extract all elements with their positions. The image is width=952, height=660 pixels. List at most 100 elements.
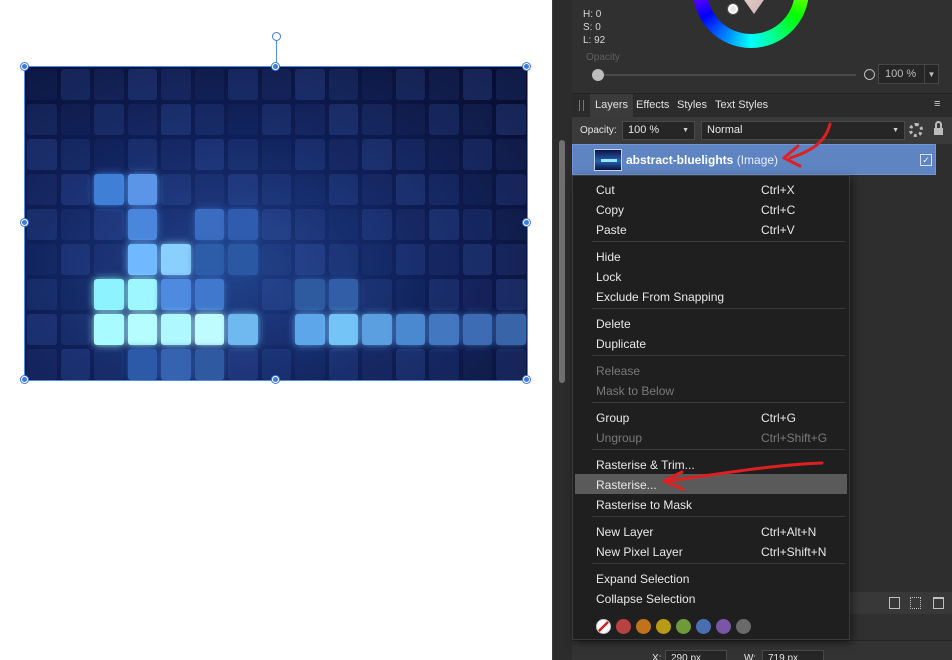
- menu-item-label: Group: [596, 411, 630, 425]
- image-light-tile: [496, 314, 526, 345]
- blend-mode-select[interactable]: Normal ▼: [701, 121, 905, 140]
- image-light-tile: [328, 209, 358, 240]
- image-light-tile: [94, 314, 124, 345]
- menu-item-exclude-from-snapping[interactable]: Exclude From Snapping: [575, 286, 847, 306]
- layer-opacity-field[interactable]: 100 % ▼: [622, 121, 695, 140]
- menu-item-new-pixel-layer[interactable]: New Pixel Layer Ctrl+Shift+N: [575, 541, 847, 561]
- color-tag-swatch[interactable]: [716, 619, 731, 634]
- resize-handle-top[interactable]: [272, 63, 279, 70]
- color-tag-swatch[interactable]: [736, 619, 751, 634]
- image-light-tile: [362, 69, 392, 100]
- image-light-tile: [94, 139, 124, 170]
- image-light-tile: [127, 104, 157, 135]
- color-tag-swatch[interactable]: [616, 619, 631, 634]
- menu-separator: [592, 402, 845, 403]
- menu-item-group[interactable]: Group Ctrl+G: [575, 407, 847, 427]
- new-document-icon[interactable]: [889, 597, 900, 609]
- layer-row-abstract-bluelights[interactable]: abstract-bluelights (Image) ✓: [572, 144, 936, 175]
- color-tag-swatch[interactable]: [676, 619, 691, 634]
- resize-handle-bottom-right[interactable]: [523, 376, 530, 383]
- tab-effects[interactable]: Effects: [636, 94, 669, 117]
- image-light-tile: [27, 104, 57, 135]
- menu-item-new-layer[interactable]: New Layer Ctrl+Alt+N: [575, 521, 847, 541]
- image-light-tile: [261, 244, 291, 275]
- layer-name-text: abstract-bluelights: [626, 153, 734, 167]
- image-light-tile: [228, 69, 258, 100]
- width-field[interactable]: 719 px: [762, 650, 824, 660]
- color-tag-swatch[interactable]: [656, 619, 671, 634]
- menu-item-cut[interactable]: Cut Ctrl+X: [575, 179, 847, 199]
- checkerboard-icon[interactable]: [910, 597, 921, 609]
- chevron-down-icon[interactable]: ▼: [924, 64, 939, 84]
- image-light-tile: [228, 209, 258, 240]
- image-light-tile: [60, 139, 90, 170]
- image-light-tile: [127, 209, 157, 240]
- chevron-down-icon[interactable]: ▼: [892, 127, 899, 134]
- color-opacity-slider[interactable]: [592, 68, 875, 82]
- menu-item-expand-selection[interactable]: Expand Selection: [575, 568, 847, 588]
- lock-body: [934, 128, 943, 135]
- menu-item-collapse-selection[interactable]: Collapse Selection: [575, 588, 847, 608]
- panel-menu-icon[interactable]: ≡: [934, 98, 940, 110]
- trash-icon[interactable]: [933, 597, 944, 609]
- document-canvas[interactable]: [0, 0, 552, 660]
- image-light-tile: [194, 279, 224, 310]
- image-light-tile: [94, 244, 124, 275]
- canvas-vertical-scrollbar[interactable]: [552, 0, 572, 660]
- image-light-tile: [496, 104, 526, 135]
- image-light-tile: [462, 104, 492, 135]
- menu-item-rasterise[interactable]: Rasterise...: [575, 474, 847, 494]
- drag-grip-icon[interactable]: [579, 100, 584, 111]
- color-picker-marker[interactable]: [728, 4, 738, 14]
- image-light-tile: [27, 174, 57, 205]
- tab-layers[interactable]: Layers: [590, 94, 634, 117]
- scrollbar-thumb[interactable]: [559, 140, 565, 383]
- resize-handle-bottom[interactable]: [272, 376, 279, 383]
- image-light-tile: [362, 139, 392, 170]
- menu-item-delete[interactable]: Delete: [575, 313, 847, 333]
- image-light-tile: [94, 209, 124, 240]
- menu-item-hide[interactable]: Hide: [575, 246, 847, 266]
- menu-separator: [592, 355, 845, 356]
- image-light-tile: [161, 314, 191, 345]
- gear-icon[interactable]: [909, 123, 923, 137]
- color-tag-swatch[interactable]: [636, 619, 651, 634]
- image-light-tile: [127, 314, 157, 345]
- color-opacity-value-field[interactable]: 100 %: [878, 64, 925, 84]
- color-tag-swatch[interactable]: [696, 619, 711, 634]
- image-light-tile: [496, 209, 526, 240]
- tab-text-styles[interactable]: Text Styles: [715, 94, 768, 117]
- color-tag-none-icon[interactable]: [596, 619, 611, 634]
- image-light-tile: [94, 349, 124, 380]
- rotation-handle[interactable]: [272, 32, 281, 41]
- menu-item-copy[interactable]: Copy Ctrl+C: [575, 199, 847, 219]
- menu-item-rasterise-trim[interactable]: Rasterise & Trim...: [575, 454, 847, 474]
- resize-handle-right[interactable]: [523, 219, 530, 226]
- resize-handle-top-right[interactable]: [523, 63, 530, 70]
- chevron-down-icon[interactable]: ▼: [682, 127, 689, 134]
- slider-knob[interactable]: [592, 69, 604, 81]
- transform-bar: X: 290 px W: 719 px: [572, 640, 952, 660]
- menu-separator: [592, 516, 845, 517]
- abstract-bluelights-image[interactable]: [25, 67, 527, 380]
- image-light-tile: [429, 139, 459, 170]
- menu-item-lock[interactable]: Lock: [575, 266, 847, 286]
- resize-handle-top-left[interactable]: [21, 63, 28, 70]
- menu-item-label: Duplicate: [596, 337, 647, 351]
- layer-visibility-checkbox[interactable]: ✓: [920, 154, 932, 166]
- resize-handle-bottom-left[interactable]: [21, 376, 28, 383]
- lock-icon[interactable]: [934, 121, 943, 136]
- menu-item-duplicate[interactable]: Duplicate: [575, 333, 847, 353]
- menu-item-label: Cut: [596, 183, 615, 197]
- image-light-tile: [161, 69, 191, 100]
- resize-handle-left[interactable]: [21, 219, 28, 226]
- layer-opacity-label: Opacity:: [580, 125, 617, 136]
- menu-item-paste[interactable]: Paste Ctrl+V: [575, 219, 847, 239]
- tab-styles[interactable]: Styles: [677, 94, 707, 117]
- x-position-field[interactable]: 290 px: [665, 650, 727, 660]
- menu-item-label: Paste: [596, 223, 627, 237]
- image-light-tile: [161, 174, 191, 205]
- image-light-tile: [161, 244, 191, 275]
- menu-item-rasterise-to-mask[interactable]: Rasterise to Mask: [575, 494, 847, 514]
- menu-item-label: Ungroup: [596, 431, 643, 445]
